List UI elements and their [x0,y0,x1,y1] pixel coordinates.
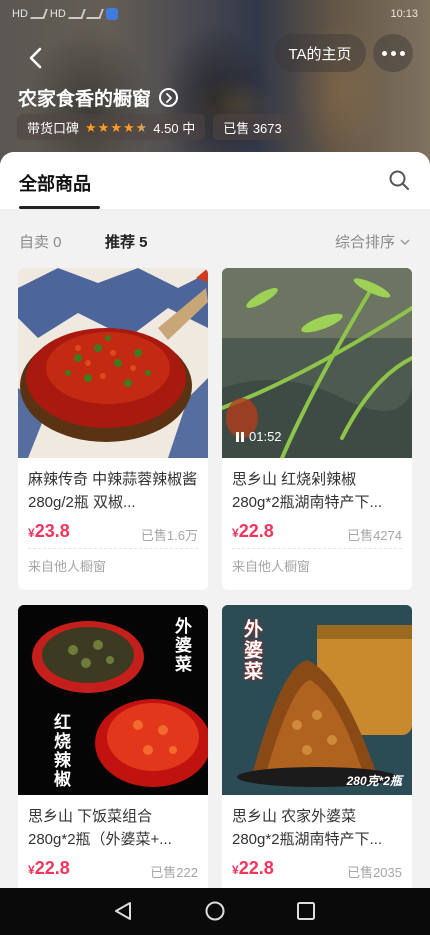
status-bar: HD HD 10:13 [0,0,430,28]
star-icon: ★ [122,119,135,135]
app-notification-icon [105,8,118,20]
status-time: 10:13 [390,8,418,20]
price-row: ¥23.8 已售1.6万 [18,514,208,548]
filter-row: 自卖 0 推荐 5 综合排序 [0,212,430,268]
sold-count: 已售222 [150,865,198,880]
price-row: ¥22.8 已售2035 [222,851,412,885]
product-title: 思乡山 下饭菜组合280g*2瓶（外婆菜+... [28,808,172,848]
video-duration: 01:52 [249,429,282,444]
dot-icon [381,50,387,56]
thumb-label: 红烧辣椒 [51,713,70,789]
product-title: 思乡山 农家外婆菜280g*2瓶湖南特产下... [232,808,383,848]
carrier-label: HD [12,8,28,20]
product-video-thumbnail[interactable]: 01:52 [222,268,412,458]
sold-count-badge: 已售 3673 [213,114,292,140]
product-price: ¥23.8 [28,521,70,541]
product-price: ¥22.8 [232,858,274,878]
shop-title-row[interactable]: 农家食香的橱窗 [18,84,179,111]
signal-icon-2 [67,9,86,19]
signal-icon [30,9,48,19]
rating-value: 4.50 中 [153,120,196,136]
sold-count: 已售2035 [347,865,402,880]
product-card[interactable]: 麻辣传奇 中辣蒜蓉辣椒酱280g/2瓶 双椒... ¥23.8 已售1.6万 来… [18,268,208,590]
tab-indicator [19,206,100,209]
rating-badge[interactable]: 带货口碑 ★ ★ ★ ★ ★ 4.50 中 [17,114,206,140]
sold-count: 已售4274 [347,528,402,543]
product-price: ¥22.8 [28,858,70,878]
products-panel: 全部商品 自卖 0 推荐 5 综合排序 麻辣传奇 中辣蒜蓉辣椒酱280g/2瓶 … [0,152,430,888]
back-arrow-icon [29,47,42,69]
price-row: ¥22.8 已售4274 [222,514,412,548]
star-icon: ★ [85,119,97,135]
rating-label: 带货口碑 [27,120,80,136]
back-button[interactable] [18,40,54,76]
tab-bar: 全部商品 [0,152,430,210]
back-triangle-icon[interactable] [112,900,134,922]
sort-dropdown[interactable]: 综合排序 [335,231,410,252]
product-card[interactable]: 外婆菜 红烧辣椒 思乡山 下饭菜组合280g*2瓶（外婆菜+... ¥22.8 … [18,605,208,888]
dot-icon [399,50,405,56]
thumb-label: 外婆菜 [172,617,191,674]
shop-stats: 带货口碑 ★ ★ ★ ★ ★ 4.50 中 已售 3673 [17,114,292,140]
star-icon: ★ [110,119,122,135]
video-badge: 01:52 [236,429,282,444]
filter-self-sold[interactable]: 自卖 0 [19,231,62,252]
shop-name: 农家食香的橱窗 [18,89,152,110]
product-title: 思乡山 红烧剁辣椒280g*2瓶湖南特产下... [232,471,383,511]
filter-recommended[interactable]: 推荐 5 [105,231,148,252]
pause-icon [236,431,244,442]
sort-label: 综合排序 [334,234,395,251]
product-card[interactable]: 外婆菜 280克*2瓶 思乡山 农家外婆菜280g*2瓶湖南特产下... ¥22… [222,605,412,888]
home-circle-icon[interactable] [204,900,226,922]
top-bar: TA的主页 [0,34,430,78]
tab-all-products[interactable]: 全部商品 [19,170,91,196]
chevron-down-icon [400,238,410,245]
product-card[interactable]: 01:52 思乡山 红烧剁辣椒280g*2瓶湖南特产下... ¥22.8 已售4… [222,268,412,590]
product-source: 来自他人橱窗 [28,559,107,574]
thumb-label: 外婆菜 [241,619,262,682]
half-star-icon: ★ [135,119,148,135]
sold-count: 已售1.6万 [140,528,198,543]
profile-home-button[interactable]: TA的主页 [274,34,366,72]
sold-count: 已售 3673 [223,120,282,136]
price-row: ¥22.8 已售222 [18,851,208,885]
wifi-icon [85,9,104,19]
product-price: ¥22.8 [232,521,274,541]
star-icon: ★ [97,119,110,135]
system-nav-bar [0,888,430,935]
product-image[interactable]: 外婆菜 280克*2瓶 [222,605,412,795]
product-image[interactable]: 外婆菜 红烧辣椒 [18,605,208,795]
more-options-button[interactable] [373,34,413,72]
product-image[interactable] [18,268,208,458]
chevron-right-circle-icon [159,88,179,107]
dot-icon [390,50,396,56]
product-source: 来自他人橱窗 [232,559,311,574]
product-title: 麻辣传奇 中辣蒜蓉辣椒酱280g/2瓶 双椒... [28,471,198,511]
rating-stars: ★ ★ ★ ★ ★ [85,121,147,134]
carrier-label-2: HD [49,8,66,20]
recent-square-icon[interactable] [295,900,317,922]
search-icon[interactable] [388,169,410,191]
thumb-label: 280克*2瓶 [346,774,402,788]
